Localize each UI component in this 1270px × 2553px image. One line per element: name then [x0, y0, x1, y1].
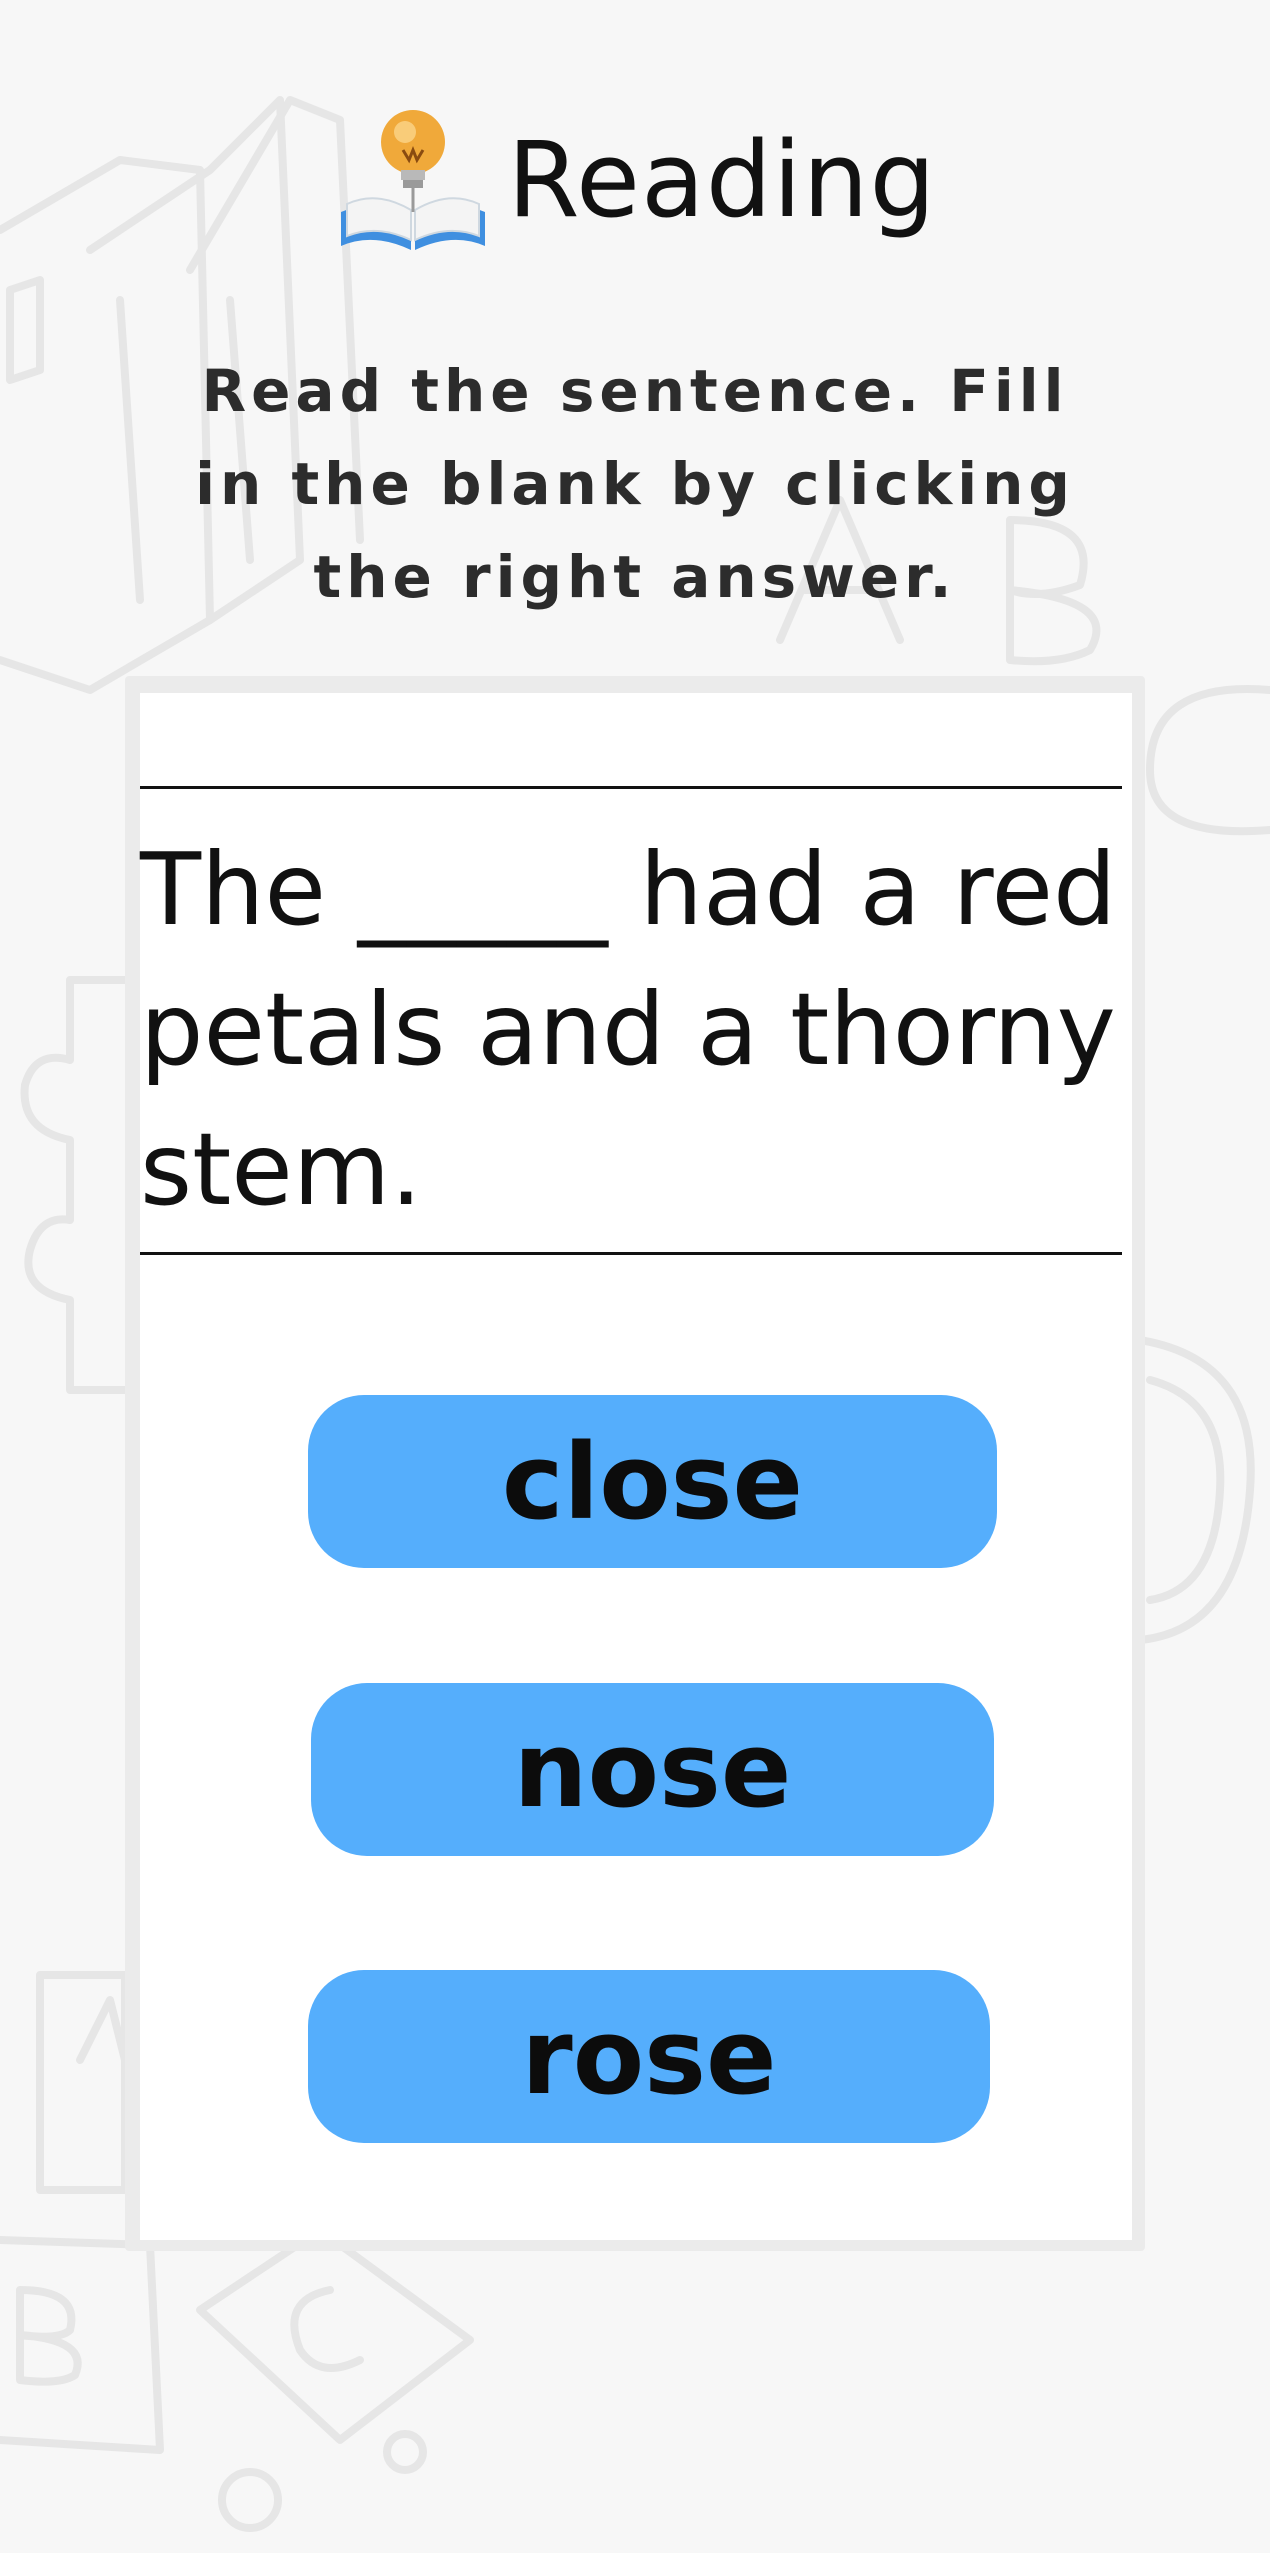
reading-screen: Reading Read the sentence. Fill in the b… — [0, 0, 1270, 2553]
answer-label: rose — [521, 1995, 777, 2118]
page-title: Reading — [507, 119, 937, 241]
question-sentence: The _____ had a red petals and a thorny … — [140, 831, 1117, 1228]
sentence-top-rule — [140, 786, 1122, 789]
header: Reading — [0, 100, 1270, 260]
answer-label: close — [501, 1420, 804, 1543]
book-lightbulb-icon — [341, 110, 486, 250]
answer-button-nose[interactable]: nose — [311, 1683, 994, 1856]
instructions-text: Read the sentence. Fill in the blank by … — [195, 357, 1075, 611]
answer-button-close[interactable]: close — [308, 1395, 997, 1568]
sentence-bottom-rule — [140, 1252, 1122, 1255]
answer-button-rose[interactable]: rose — [308, 1970, 990, 2143]
answer-label: nose — [513, 1708, 792, 1831]
